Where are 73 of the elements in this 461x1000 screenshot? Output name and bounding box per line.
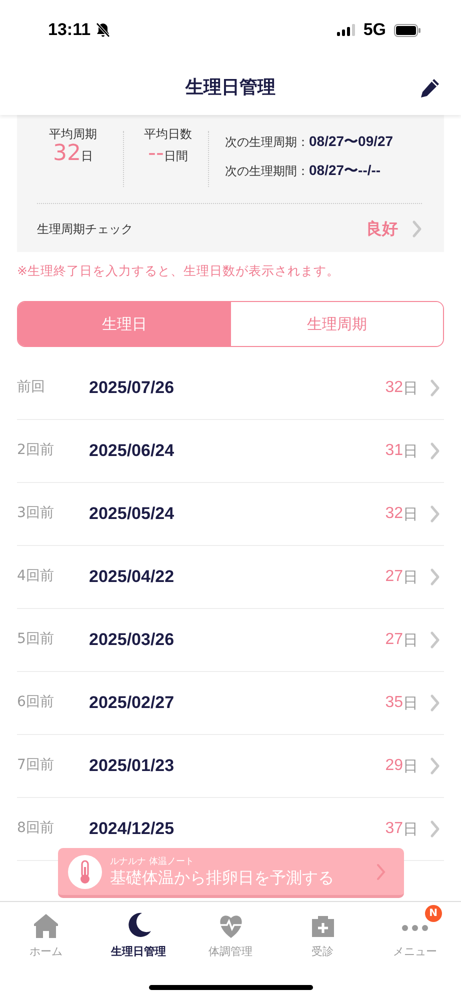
row-label: 4回前 <box>17 567 55 586</box>
page-title: 生理日管理 <box>186 76 276 100</box>
day-unit: 日 <box>403 378 418 398</box>
day-count: 37 <box>385 818 403 839</box>
average-days-value: -- <box>148 143 164 165</box>
day-count: 27 <box>385 566 403 587</box>
chevron-right-icon[interactable] <box>430 378 440 397</box>
day-count: 35 <box>385 692 403 713</box>
row-label: 前回 <box>17 378 46 398</box>
average-days-unit: 日間 <box>164 148 188 165</box>
row-date: 2025/01/23 <box>89 755 174 777</box>
day-unit: 日 <box>403 630 418 650</box>
row-label: 5回前 <box>17 630 55 650</box>
day-count: 27 <box>385 630 403 650</box>
chevron-right-icon[interactable] <box>430 820 440 838</box>
day-unit: 日 <box>403 566 418 588</box>
day-count: 31 <box>385 440 403 461</box>
row-label: 8回前 <box>17 819 55 838</box>
average-cycle-value: 32 <box>53 143 81 165</box>
row-label: 7回前 <box>17 756 55 776</box>
bell-slash-icon <box>94 22 111 38</box>
tab-label[interactable]: 生理日管理 <box>110 944 166 960</box>
next-period-label: 次の生理期間： <box>225 163 309 180</box>
day-unit: 日 <box>403 756 418 776</box>
banner-subtitle: ルナルナ 体温ノート <box>110 856 195 869</box>
network-label: 5G <box>363 19 386 42</box>
row-label: 2回前 <box>17 441 55 460</box>
chevron-right-icon[interactable] <box>430 568 440 586</box>
signal-icon <box>337 24 356 36</box>
row-date: 2025/03/26 <box>89 629 174 651</box>
segment-tab[interactable]: 生理日 <box>18 302 230 346</box>
day-unit: 日 <box>403 504 418 524</box>
row-date: 2024/12/25 <box>89 818 174 840</box>
chevron-right-icon[interactable] <box>412 220 422 238</box>
chevron-right-icon[interactable] <box>430 630 440 649</box>
row-date: 2025/07/26 <box>89 377 174 399</box>
day-count: 29 <box>385 756 403 776</box>
chevron-right-icon[interactable] <box>430 694 440 712</box>
day-count: 32 <box>385 378 403 398</box>
average-cycle-label: 平均周期 <box>49 126 97 143</box>
chevron-right-icon[interactable] <box>430 504 440 523</box>
row-date: 2025/06/24 <box>89 440 174 462</box>
row-date: 2025/04/22 <box>89 566 174 588</box>
next-period-value: 08/27〜09/27 <box>309 132 394 151</box>
row-label: 6回前 <box>17 693 55 712</box>
notification-badge: N <box>424 905 442 922</box>
chevron-right-icon[interactable] <box>430 756 440 775</box>
notice-text: ※生理終了日を入力すると、生理日数が表示されます。 <box>17 262 340 280</box>
thermometer-icon <box>68 854 102 888</box>
tab-label[interactable]: 受診 <box>312 944 334 960</box>
tab-label[interactable]: メニュー <box>392 944 437 960</box>
day-unit: 日 <box>403 818 418 840</box>
next-period-label: 次の生理周期： <box>225 134 309 151</box>
average-days-label: 平均日数 <box>144 126 192 143</box>
tab-label[interactable]: 体調管理 <box>208 944 252 960</box>
status-time: 13:11 <box>48 19 91 42</box>
chevron-right-icon <box>376 862 386 880</box>
day-count: 32 <box>385 504 403 524</box>
edit-icon[interactable] <box>419 76 441 98</box>
battery-icon <box>394 24 421 36</box>
next-period-value: 08/27〜--/-- <box>309 161 381 180</box>
day-unit: 日 <box>403 440 418 462</box>
day-unit: 日 <box>403 692 418 714</box>
row-label: 3回前 <box>17 504 55 524</box>
tab-label[interactable]: ホーム <box>30 944 63 960</box>
row-date: 2025/05/24 <box>89 503 174 525</box>
cycle-check-label: 生理周期チェック <box>37 221 133 238</box>
chevron-right-icon[interactable] <box>430 442 440 460</box>
promo-banner[interactable]: ルナルナ 体温ノート 基礎体温から排卵日を予測する <box>58 848 404 898</box>
cycle-check-value: 良好 <box>366 218 398 240</box>
average-cycle-unit: 日 <box>81 148 93 165</box>
banner-title: 基礎体温から排卵日を予測する <box>110 869 334 888</box>
row-date: 2025/02/27 <box>89 692 174 714</box>
